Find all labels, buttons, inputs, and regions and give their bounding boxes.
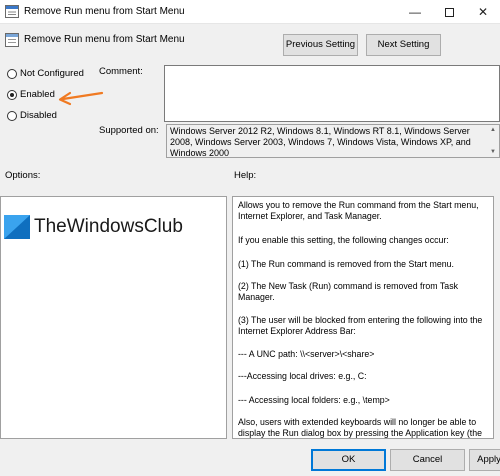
radio-button[interactable]: [7, 69, 17, 79]
maximize-icon: [444, 8, 454, 18]
help-paragraph: ---Accessing local drives: e.g., C:: [238, 371, 367, 381]
supported-on-label: Supported on:: [99, 125, 159, 136]
windowsclub-logo-icon: [4, 215, 30, 239]
supported-on-text: Windows Server 2012 R2, Windows 8.1, Win…: [170, 126, 471, 158]
help-paragraph: --- Accessing local folders: e.g., \temp…: [238, 395, 390, 405]
help-paragraph: Allows you to remove the Run command fro…: [238, 200, 479, 221]
comment-label: Comment:: [99, 66, 143, 77]
help-panel: Allows you to remove the Run command fro…: [232, 196, 494, 439]
supported-scrollbar[interactable]: ▲ ▼: [487, 125, 499, 157]
apply-button[interactable]: Apply: [469, 449, 500, 471]
annotation-arrow-icon: [58, 91, 104, 106]
help-scrollbar[interactable]: [494, 196, 500, 439]
help-paragraph: (2) The New Task (Run) command is remove…: [238, 281, 458, 302]
title-bar: Remove Run menu from Start Menu — ✕: [0, 0, 500, 24]
window-title: Remove Run menu from Start Menu: [24, 6, 185, 17]
radio-selected-dot: [10, 93, 14, 97]
ok-button[interactable]: OK: [311, 449, 386, 471]
comment-field[interactable]: [164, 65, 500, 122]
scroll-down-icon[interactable]: ▼: [487, 147, 499, 157]
cancel-button[interactable]: Cancel: [390, 449, 465, 471]
help-paragraph: If you enable this setting, the followin…: [238, 235, 449, 245]
scroll-up-icon[interactable]: ▲: [487, 125, 499, 135]
minimize-button[interactable]: —: [398, 0, 432, 24]
previous-setting-button[interactable]: Previous Setting: [283, 34, 358, 56]
radio-label: Disabled: [20, 110, 57, 121]
help-paragraph: (3) The user will be blocked from enteri…: [238, 315, 483, 336]
policy-setting-icon: [5, 33, 19, 47]
help-paragraph: --- A UNC path: \\<server>\<share>: [238, 349, 375, 359]
radio-button[interactable]: [7, 90, 17, 100]
options-panel: TheWindowsClub: [0, 196, 227, 439]
help-paragraph: Also, users with extended keyboards will…: [238, 417, 483, 438]
radio-label: Not Configured: [20, 68, 84, 79]
policy-window-icon: [5, 5, 19, 18]
help-label: Help:: [234, 170, 257, 181]
next-setting-button[interactable]: Next Setting: [366, 34, 441, 56]
options-label: Options:: [5, 170, 41, 181]
watermark-text: TheWindowsClub: [34, 216, 183, 237]
maximize-button[interactable]: [432, 0, 466, 24]
policy-name: Remove Run menu from Start Menu: [24, 34, 185, 45]
radio-button[interactable]: [7, 111, 17, 121]
help-paragraph: (1) The Run command is removed from the …: [238, 259, 454, 269]
close-button[interactable]: ✕: [466, 0, 500, 24]
supported-on-field: Windows Server 2012 R2, Windows 8.1, Win…: [166, 124, 500, 158]
radio-label: Enabled: [20, 89, 55, 100]
